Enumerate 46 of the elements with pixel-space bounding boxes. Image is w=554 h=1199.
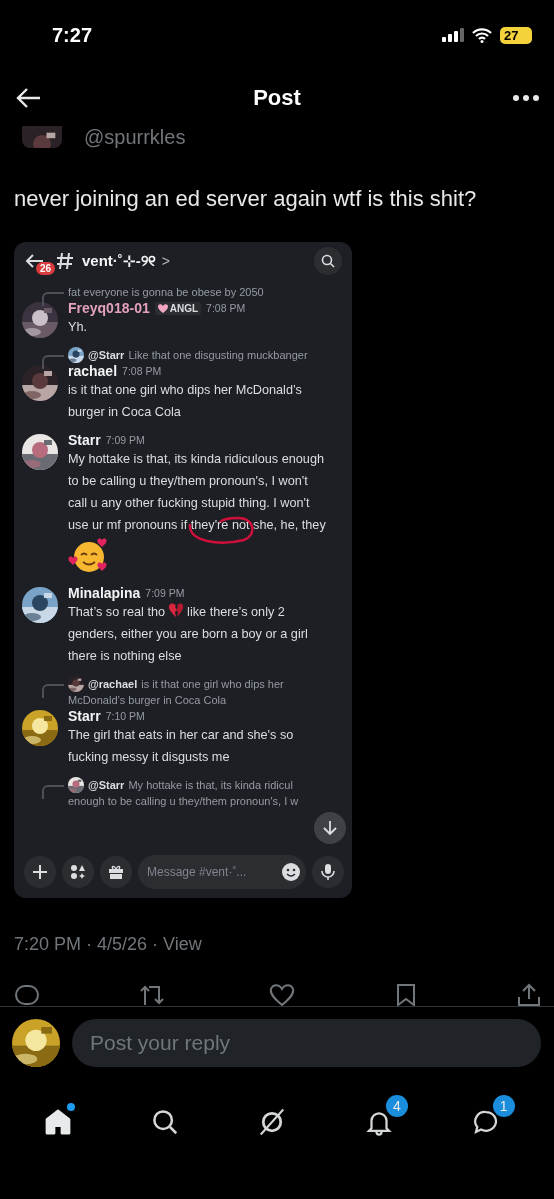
post-timestamp: 7:20 PM · 4/5/26 · View [13, 933, 203, 955]
message-time: 7:09 PM [105, 434, 145, 446]
message-time: 7:08 PM [206, 302, 246, 314]
message-field[interactable]: Message #vent·˚... [138, 855, 306, 889]
count-badge: 4 [385, 1095, 408, 1117]
unread-badge: 26 [36, 262, 56, 275]
message-text: call u any other fucking stupid thing. I won't [68, 495, 311, 512]
username[interactable]: Starr [68, 708, 101, 724]
message-text: genders, either you are born a boy or a girl [68, 626, 309, 643]
page-title: Post [253, 85, 301, 111]
status-time: 7:27 [52, 23, 93, 47]
channel-name[interactable]: vent·˚⊹-୨୧ [82, 252, 156, 270]
reply-author[interactable]: @Starr [88, 347, 125, 363]
chevron[interactable]: > [161, 253, 170, 269]
reply-preview[interactable]: fat everyone is gonna be obese by 2050 [68, 284, 264, 300]
message-time: 7:10 PM [105, 710, 145, 722]
reply-preview[interactable]: enough to be calling u they/them pronoun's, I w [68, 793, 299, 809]
message-text: fucking messy it disgusts me [68, 749, 231, 766]
reply-field[interactable]: Post your reply [72, 1019, 541, 1067]
server-tag: ANGL [154, 301, 202, 315]
post-text: never joining an ed server again wtf is this shit? [13, 185, 478, 213]
message-time: 7:08 PM [122, 365, 162, 377]
message-text: Yh. [68, 320, 88, 334]
user-handle[interactable]: @spurrkles [84, 126, 186, 148]
reply-author[interactable]: @rachael [88, 676, 138, 692]
reply-preview[interactable]: My hottake is that, its kinda ridicul [128, 777, 293, 793]
battery-level: 27 [500, 26, 532, 44]
message-time: 7:09 PM [145, 587, 185, 599]
username[interactable]: Freyq018-01 [68, 300, 150, 316]
username[interactable]: Minalapina [68, 585, 141, 601]
message-text: The girl that eats in her car and she's so [68, 727, 295, 744]
username[interactable]: rachael [68, 363, 118, 379]
message-text: That’s so real tho [68, 605, 166, 619]
message-input[interactable]: Message #vent·˚... [147, 865, 279, 879]
reply-preview[interactable]: McDonald’s burger in Coca Cola [68, 692, 284, 708]
message-text: use ur mf pronouns if they're not she, he, they [68, 517, 327, 534]
reply-author[interactable]: @Starr [88, 777, 125, 793]
message-text: like there’s only 2 [187, 605, 285, 619]
count-badge: 1 [492, 1095, 515, 1117]
reply-preview[interactable]: Like that one disgusting muckbanger [128, 347, 308, 363]
reply-preview[interactable]: is it that one girl who dips her [141, 676, 284, 692]
username[interactable]: Starr [68, 432, 101, 448]
message-text: to be calling u they/them pronoun's, I won't [68, 473, 309, 490]
message-text: there is nothing else [68, 648, 183, 665]
message-text: My hottake is that, its kinda ridiculous enough [68, 451, 325, 468]
message-text: is it that one girl who dips her McDonald’s burger in Coca Cola [68, 383, 302, 419]
